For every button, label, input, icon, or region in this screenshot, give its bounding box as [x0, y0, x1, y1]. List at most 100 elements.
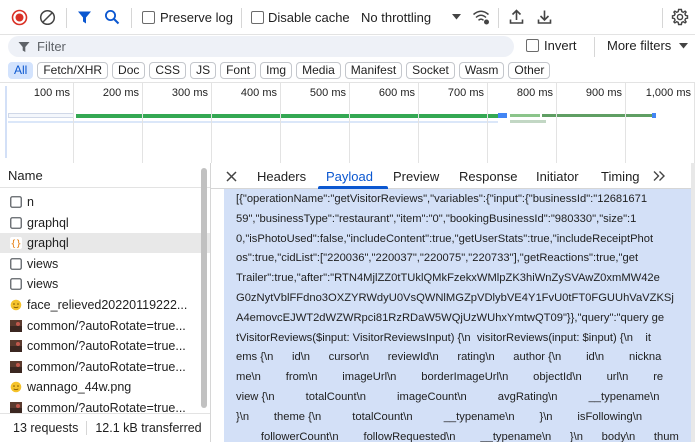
payload-view: [{"operationName":"getVisitorReviews","v… [224, 189, 692, 442]
request-row[interactable]: views [0, 274, 210, 294]
thumbnail-image-icon [10, 360, 22, 373]
tab-timing[interactable]: Timing [601, 163, 640, 189]
timeline-gridline [73, 83, 74, 163]
thumbnail-image-icon [10, 319, 22, 332]
type-filter-wasm[interactable]: Wasm [458, 62, 505, 79]
name-column-header[interactable]: Name [0, 163, 210, 188]
tab-headers[interactable]: Headers [257, 163, 306, 189]
timeline-tick-label: 100 ms [33, 87, 70, 99]
timeline-tick-label: 500 ms [309, 87, 346, 99]
clear-icon[interactable] [39, 9, 56, 26]
request-name: wannago_44w.png [27, 380, 132, 395]
dropdown-arrow-icon[interactable] [452, 14, 461, 20]
request-row[interactable]: face_relieved20220119222... [0, 295, 210, 315]
request-details-panel: Headers Payload Preview Response Initiator Ti… [210, 163, 695, 442]
timeline-gridline [142, 83, 143, 163]
filter-row: Filter Invert More filters [0, 35, 695, 59]
preserve-log-checkbox[interactable] [142, 11, 155, 24]
timeline-gridline [349, 83, 350, 163]
request-name: common/?autoRotate=true... [27, 359, 186, 374]
throttling-select[interactable]: No throttling [361, 10, 431, 25]
timeline-tick-label: 600 ms [378, 87, 415, 99]
timeline-overview[interactable]: 100 ms 200 ms 300 ms 400 ms 500 ms 600 ms 700 … [0, 83, 695, 163]
type-filter-img[interactable]: Img [260, 62, 293, 79]
payload-line: }\n theme {\n totalCount\n __typename\n … [236, 410, 643, 423]
request-row[interactable]: common/?autoRotate=true... [0, 336, 210, 356]
settings-gear-icon[interactable] [671, 8, 689, 26]
timeline-request-bar [510, 120, 546, 123]
tab-preview[interactable]: Preview [393, 163, 439, 189]
request-row[interactable]: common/?autoRotate=true... [0, 357, 210, 377]
request-name: views [27, 256, 59, 271]
network-conditions-icon[interactable] [472, 9, 490, 25]
disable-cache-checkbox[interactable] [251, 11, 264, 24]
payload-line: 59","businessType":"restaurant","item":"… [236, 212, 637, 225]
export-har-icon[interactable] [537, 9, 552, 25]
request-name: views [27, 277, 59, 292]
type-filter-css[interactable]: CSS [149, 62, 187, 79]
document-icon [10, 257, 22, 270]
request-name: n [27, 195, 34, 209]
search-icon[interactable] [104, 9, 120, 25]
payload-line: me\n from\n imageUrl\n borderImageUrl\n … [236, 371, 664, 384]
timeline-gridline [625, 83, 626, 163]
request-list-scrollbar[interactable] [201, 168, 207, 408]
emoji-image-icon [10, 299, 22, 311]
document-icon [10, 196, 22, 208]
stop-recording-icon[interactable] [11, 9, 28, 26]
tab-response[interactable]: Response [459, 163, 518, 189]
request-row[interactable]: wannago_44w.png [0, 377, 210, 397]
request-row[interactable]: views [0, 254, 210, 274]
tab-initiator[interactable]: Initiator [536, 163, 579, 189]
timeline-gridline [280, 83, 281, 163]
type-filter-socket[interactable]: Socket [406, 62, 455, 79]
request-count: 13 requests [13, 421, 79, 435]
filter-input[interactable]: Filter [8, 36, 514, 57]
filter-placeholder: Filter [37, 39, 66, 54]
more-filters-button[interactable]: More filters [607, 38, 671, 53]
request-row[interactable]: n [0, 192, 210, 212]
request-name: face_relieved20220119222... [27, 298, 188, 312]
payload-line: Trailer":true,"after":"RTN4MjlZZ0tTUklQM… [236, 272, 660, 285]
emoji-image-icon [10, 381, 22, 393]
type-filter-doc[interactable]: Doc [112, 62, 146, 79]
invert-checkbox[interactable] [526, 39, 539, 52]
invert-label: Invert [544, 38, 577, 53]
type-filter-manifest[interactable]: Manifest [344, 62, 403, 79]
type-filter-other[interactable]: Other [508, 62, 551, 79]
timeline-left-edge [5, 86, 7, 158]
timeline-tick-label: 300 ms [171, 87, 208, 99]
filter-toggle-icon[interactable] [77, 10, 92, 25]
more-tabs-chevron-icon[interactable] [652, 170, 666, 182]
request-row[interactable]: graphql [0, 213, 210, 233]
timeline-request-bar [542, 114, 652, 117]
disable-cache-label: Disable cache [268, 10, 350, 25]
timeline-request-bar [76, 114, 500, 118]
timeline-gridline [556, 83, 557, 163]
details-scrollbar[interactable] [691, 163, 695, 442]
type-filter-fetch-xhr[interactable]: Fetch/XHR [37, 62, 109, 79]
type-filter-js[interactable]: JS [190, 62, 217, 79]
dropdown-arrow-icon[interactable] [679, 43, 688, 49]
timeline-gridline [211, 83, 212, 163]
payload-line: tVisitorReviews($input: VisitorReviewsIn… [236, 331, 651, 344]
request-row[interactable]: common/?autoRotate=true... [0, 316, 210, 336]
network-toolbar: Preserve log Disable cache No throttling [0, 0, 695, 35]
close-icon[interactable] [226, 171, 237, 182]
type-filter-media[interactable]: Media [296, 62, 341, 79]
timeline-tick-label: 900 ms [585, 87, 622, 99]
payload-line: ems {\n id\n cursor\n reviewId\n rating\… [236, 351, 662, 364]
status-divider [86, 421, 88, 435]
timeline-request-bar [510, 114, 540, 117]
toolbar-divider [662, 8, 663, 28]
request-row[interactable]: {} graphql [0, 233, 210, 254]
payload-line: followerCount\n followRequested\n __type… [236, 430, 679, 442]
type-filter-font[interactable]: Font [220, 62, 257, 79]
payload-line: G0zNytVblFFdno3OXZYRWdyU0VsQWNlMGZpVDlyb… [236, 292, 674, 304]
filter-funnel-icon [18, 41, 30, 53]
toolbar-divider [131, 8, 132, 28]
type-filter-all[interactable]: All [8, 62, 34, 79]
toolbar-divider [241, 8, 242, 28]
import-har-icon[interactable] [509, 9, 524, 25]
timeline-gridline [487, 83, 488, 163]
